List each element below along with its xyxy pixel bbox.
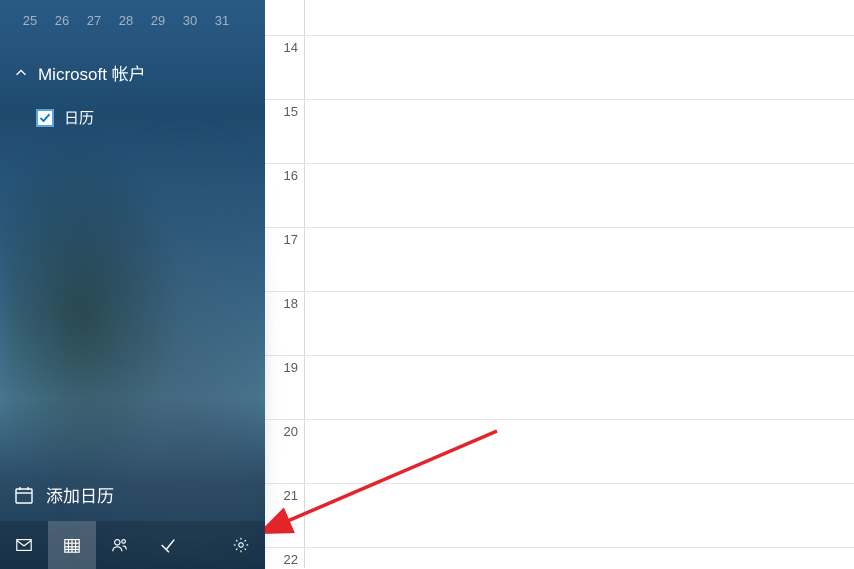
add-calendar-button[interactable]: 添加日历 [0, 470, 265, 521]
mini-calendar: 25 26 27 28 29 30 31 [0, 0, 265, 44]
add-calendar-icon [14, 485, 34, 505]
account-title: Microsoft 帐户 [38, 60, 146, 85]
hour-label: 14 [265, 36, 305, 99]
calendar-grid: 14 15 16 17 18 19 20 21 22 [265, 0, 854, 569]
time-slot[interactable] [305, 0, 854, 35]
mini-cal-day[interactable]: 26 [46, 8, 78, 32]
time-slot[interactable] [305, 420, 854, 483]
account-toggle[interactable]: Microsoft 帐户 [14, 54, 251, 99]
chevron-up-icon [14, 66, 28, 80]
check-icon [159, 536, 177, 554]
time-slot[interactable] [305, 36, 854, 99]
hour-row[interactable]: 14 [265, 36, 854, 100]
mini-cal-day[interactable]: 31 [206, 8, 238, 32]
hour-label: 15 [265, 100, 305, 163]
time-slot[interactable] [305, 164, 854, 227]
todo-button[interactable] [144, 521, 192, 569]
mini-cal-day[interactable]: 28 [110, 8, 142, 32]
hour-row[interactable] [265, 0, 854, 36]
hour-label: 17 [265, 228, 305, 291]
hour-label: 22 [265, 548, 305, 568]
calendar-label: 日历 [64, 107, 94, 128]
hour-row[interactable]: 19 [265, 356, 854, 420]
hour-row[interactable]: 16 [265, 164, 854, 228]
calendar-item[interactable]: 日历 [14, 99, 251, 136]
time-slot[interactable] [305, 548, 854, 568]
time-slot[interactable] [305, 484, 854, 547]
hour-label: 20 [265, 420, 305, 483]
time-slot[interactable] [305, 228, 854, 291]
hour-row[interactable]: 18 [265, 292, 854, 356]
add-calendar-label: 添加日历 [46, 482, 114, 507]
people-icon [111, 536, 129, 554]
hour-label: 18 [265, 292, 305, 355]
sidebar: 25 26 27 28 29 30 31 Microsoft 帐户 日历 [0, 0, 265, 569]
sidebar-spacer [0, 146, 265, 470]
hour-label: 21 [265, 484, 305, 547]
hour-label: 19 [265, 356, 305, 419]
time-slot[interactable] [305, 356, 854, 419]
hour-row[interactable]: 22 [265, 548, 854, 568]
hour-row[interactable]: 20 [265, 420, 854, 484]
account-section: Microsoft 帐户 日历 [0, 44, 265, 146]
hour-label [265, 0, 305, 35]
people-button[interactable] [96, 521, 144, 569]
mini-cal-day[interactable]: 29 [142, 8, 174, 32]
mini-cal-day[interactable]: 25 [14, 8, 46, 32]
calendar-checkbox[interactable] [36, 109, 54, 127]
calendar-button[interactable] [48, 521, 96, 569]
hour-row[interactable]: 17 [265, 228, 854, 292]
gear-icon [232, 536, 250, 554]
mini-cal-day[interactable]: 30 [174, 8, 206, 32]
hour-row[interactable]: 21 [265, 484, 854, 548]
time-slot[interactable] [305, 100, 854, 163]
mail-icon [15, 536, 33, 554]
bottom-nav [0, 521, 265, 569]
calendar-icon [63, 536, 81, 554]
time-slot[interactable] [305, 292, 854, 355]
mail-button[interactable] [0, 521, 48, 569]
hour-row[interactable]: 15 [265, 100, 854, 164]
settings-button[interactable] [217, 521, 265, 569]
hour-label: 16 [265, 164, 305, 227]
mini-calendar-row: 25 26 27 28 29 30 31 [14, 8, 251, 32]
mini-cal-day[interactable]: 27 [78, 8, 110, 32]
